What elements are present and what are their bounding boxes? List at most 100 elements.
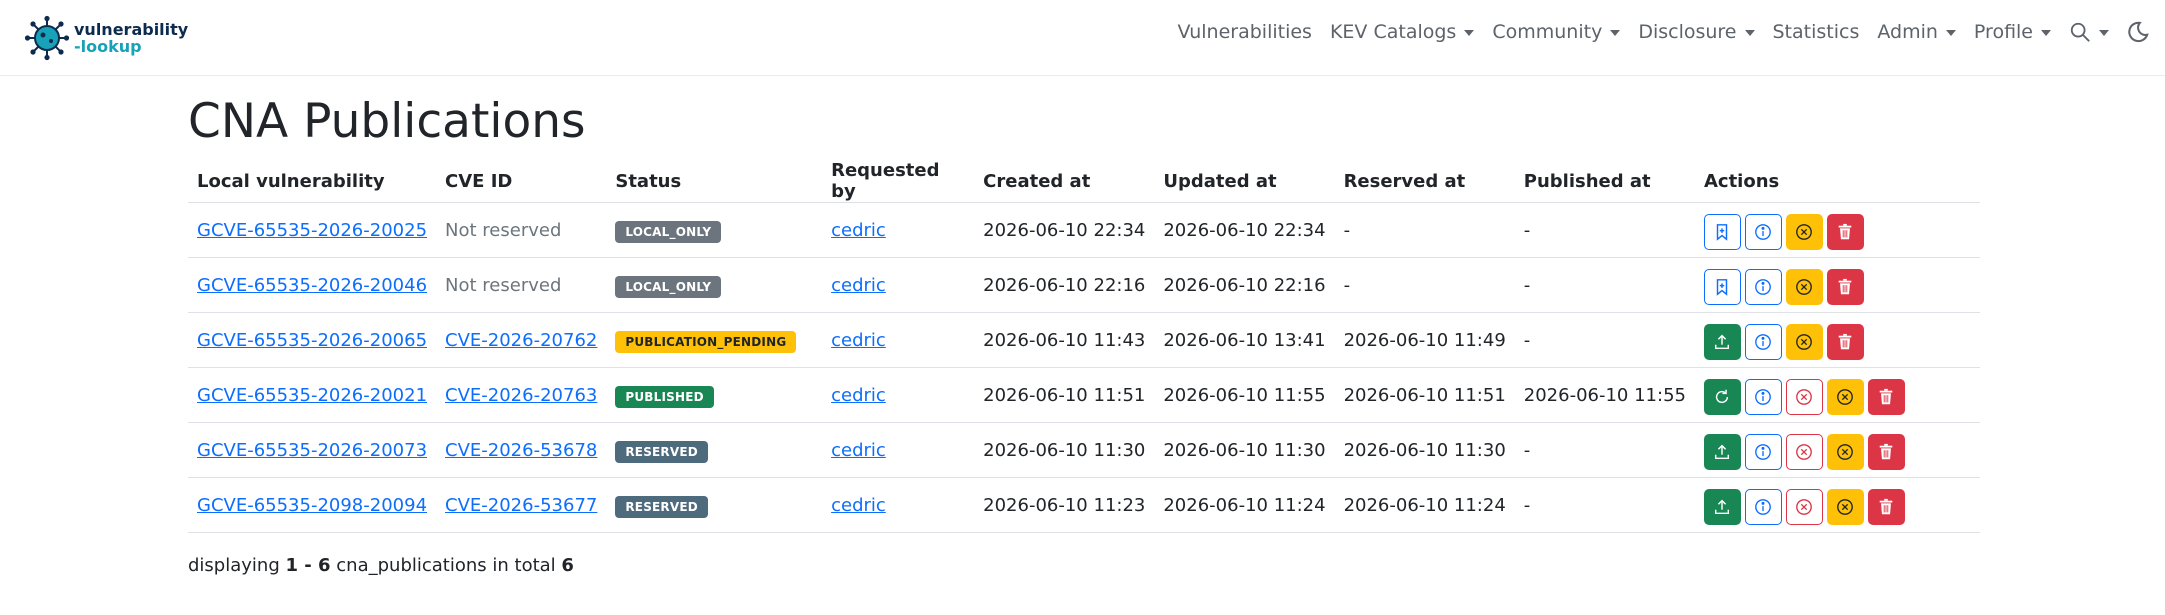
cancel-button[interactable] xyxy=(1785,214,1823,250)
reserved-at: 2026-06-10 11:24 xyxy=(1343,494,1506,516)
row-actions xyxy=(1703,210,1971,250)
table-cell: GCVE-65535-2026-20021 xyxy=(188,367,437,423)
publish-button[interactable] xyxy=(1703,489,1741,525)
delete-button[interactable] xyxy=(1826,214,1864,250)
requested-by-link[interactable]: cedric xyxy=(831,440,886,461)
column-header: Status xyxy=(606,160,823,203)
local-vulnerability-link[interactable]: GCVE-65535-2026-20073 xyxy=(197,440,427,461)
cancel-button[interactable] xyxy=(1785,269,1823,305)
table-cell: - xyxy=(1514,257,1695,313)
nav-community[interactable]: Community xyxy=(1483,21,1629,43)
nav-vulnerabilities[interactable]: Vulnerabilities xyxy=(1169,21,1321,43)
local-vulnerability-link[interactable]: GCVE-65535-2098-20094 xyxy=(197,495,427,516)
updated-at: 2026-06-10 11:24 xyxy=(1163,494,1326,516)
table-cell: - xyxy=(1334,257,1515,313)
search-dropdown[interactable] xyxy=(2060,21,2118,43)
x-circle-icon xyxy=(1837,499,1854,515)
cve-id-link[interactable]: CVE-2026-20762 xyxy=(445,330,597,351)
info-circle-icon xyxy=(1755,334,1772,350)
updated-at: 2026-06-10 22:34 xyxy=(1163,219,1326,241)
delete-button[interactable] xyxy=(1867,379,1905,415)
info-button[interactable] xyxy=(1744,489,1782,525)
nav-statistics[interactable]: Statistics xyxy=(1764,21,1869,43)
cve-id-link[interactable]: CVE-2026-20763 xyxy=(445,385,597,406)
x-circle-icon xyxy=(1837,444,1854,460)
requested-by-link[interactable]: cedric xyxy=(831,330,886,351)
delete-button[interactable] xyxy=(1826,269,1864,305)
theme-toggle[interactable] xyxy=(2118,21,2165,43)
cancel-button[interactable] xyxy=(1826,434,1864,470)
local-vulnerability-link[interactable]: GCVE-65535-2026-20046 xyxy=(197,275,427,296)
status-badge: PUBLICATION_PENDING xyxy=(615,331,797,353)
nav-kev-catalogs[interactable]: KEV Catalogs xyxy=(1321,21,1483,43)
reserved-at: - xyxy=(1343,219,1351,241)
caret-down-icon xyxy=(1610,30,1621,36)
table-cell: GCVE-65535-2026-20046 xyxy=(188,257,437,313)
cancel-button[interactable] xyxy=(1826,489,1864,525)
x-circle-icon xyxy=(1796,444,1813,460)
requested-by-link[interactable]: cedric xyxy=(831,220,886,241)
publish-button[interactable] xyxy=(1703,434,1741,470)
local-vulnerability-link[interactable]: GCVE-65535-2026-20025 xyxy=(197,220,427,241)
cancel-button[interactable] xyxy=(1826,379,1864,415)
table-cell: - xyxy=(1514,312,1695,368)
upload-icon xyxy=(1715,334,1730,350)
cve-id-link[interactable]: CVE-2026-53678 xyxy=(445,440,597,461)
info-button[interactable] xyxy=(1744,269,1782,305)
table-cell: LOCAL_ONLY xyxy=(606,202,823,258)
table-cell: cedric xyxy=(822,257,975,313)
nav-disclosure[interactable]: Disclosure xyxy=(1629,21,1763,43)
x-circle-icon xyxy=(1796,499,1813,515)
caret-down-icon xyxy=(2041,30,2051,36)
requested-by-link[interactable]: cedric xyxy=(831,495,886,516)
cve-id-link[interactable]: CVE-2026-53677 xyxy=(445,495,597,516)
info-circle-icon xyxy=(1755,444,1772,460)
info-button[interactable] xyxy=(1744,379,1782,415)
delete-button[interactable] xyxy=(1867,489,1905,525)
table-cell xyxy=(1694,257,1980,313)
nav-label: Community xyxy=(1492,21,1603,43)
publish-button[interactable] xyxy=(1703,324,1741,360)
table-cell: cedric xyxy=(822,202,975,258)
nav-profile[interactable]: Profile xyxy=(1965,21,2060,43)
table-cell xyxy=(1694,477,1980,533)
caret-down-icon xyxy=(1464,30,1475,36)
revoke-button[interactable] xyxy=(1785,489,1823,525)
column-header: Reserved at xyxy=(1334,160,1515,203)
table-cell: GCVE-65535-2026-20073 xyxy=(188,422,437,478)
table-row: GCVE-65535-2098-20094 CVE-2026-53677 RESER… xyxy=(188,477,1980,533)
table-cell: 2026-06-10 11:43 xyxy=(974,312,1155,368)
brand-logo-link[interactable]: vulnerability -lookup xyxy=(24,10,188,66)
refresh-button[interactable] xyxy=(1703,379,1741,415)
table-cell: PUBLICATION_PENDING xyxy=(606,312,823,368)
local-vulnerability-link[interactable]: GCVE-65535-2026-20065 xyxy=(197,330,427,351)
table-row: GCVE-65535-2026-20046 Not reserved LOCAL_O… xyxy=(188,257,1980,313)
reserve-button[interactable] xyxy=(1703,214,1741,250)
local-vulnerability-link[interactable]: GCVE-65535-2026-20021 xyxy=(197,385,427,406)
requested-by-link[interactable]: cedric xyxy=(831,275,886,296)
table-cell: - xyxy=(1514,202,1695,258)
page-title: CNA Publications xyxy=(188,94,586,149)
cve-id-text: Not reserved xyxy=(445,219,562,241)
reserve-button[interactable] xyxy=(1703,269,1741,305)
table-cell: 2026-06-10 11:49 xyxy=(1334,312,1515,368)
info-button[interactable] xyxy=(1744,324,1782,360)
nav-label: Disclosure xyxy=(1638,21,1737,43)
navbar: vulnerability -lookup Vulnerabilities KE… xyxy=(0,0,2165,76)
delete-button[interactable] xyxy=(1826,324,1864,360)
nav-admin[interactable]: Admin xyxy=(1868,21,1965,43)
revoke-button[interactable] xyxy=(1785,379,1823,415)
info-circle-icon xyxy=(1755,499,1772,515)
info-circle-icon xyxy=(1755,279,1772,295)
table-cell: 2026-06-10 11:55 xyxy=(1154,367,1335,423)
table-row: GCVE-65535-2026-20073 CVE-2026-53678 RESER… xyxy=(188,422,1980,478)
cancel-button[interactable] xyxy=(1785,324,1823,360)
revoke-button[interactable] xyxy=(1785,434,1823,470)
summary-prefix: displaying xyxy=(188,555,280,576)
nav-label: Admin xyxy=(1877,21,1938,43)
info-button[interactable] xyxy=(1744,434,1782,470)
table-cell: 2026-06-10 11:30 xyxy=(974,422,1155,478)
requested-by-link[interactable]: cedric xyxy=(831,385,886,406)
delete-button[interactable] xyxy=(1867,434,1905,470)
info-button[interactable] xyxy=(1744,214,1782,250)
